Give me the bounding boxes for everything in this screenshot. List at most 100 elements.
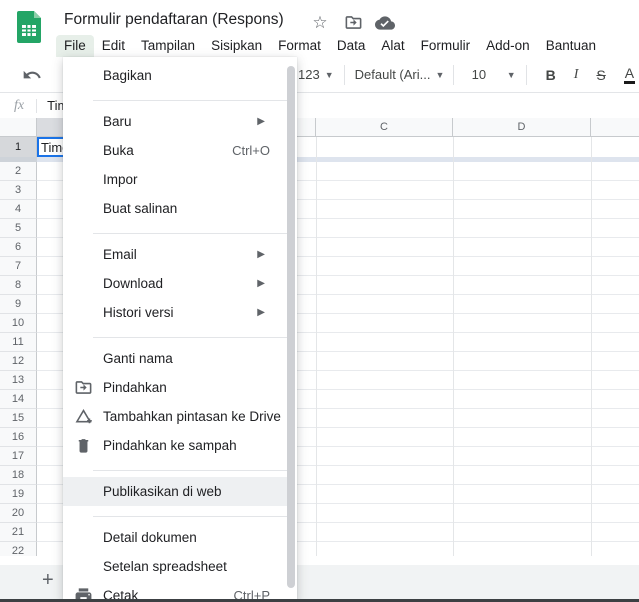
move-folder-icon: [74, 378, 93, 397]
text-color-button[interactable]: A: [624, 66, 635, 84]
menu-item-email[interactable]: Email ▶: [63, 240, 287, 269]
row-header-6[interactable]: 6: [0, 238, 37, 257]
row-header-17[interactable]: 17: [0, 447, 37, 466]
row-header-8[interactable]: 8: [0, 276, 37, 295]
row-header-4[interactable]: 4: [0, 200, 37, 219]
italic-button[interactable]: I: [574, 67, 579, 83]
number-format-button[interactable]: 123 ▼: [298, 67, 334, 82]
row-header-19[interactable]: 19: [0, 485, 37, 504]
cloud-check-icon[interactable]: [375, 13, 395, 33]
menu-separator: [93, 470, 294, 471]
submenu-arrow-icon: ▶: [257, 116, 277, 127]
menu-item-label: Email: [103, 247, 137, 262]
font-family-value: Default (Ari...: [355, 67, 431, 82]
move-folder-icon[interactable]: [343, 13, 363, 33]
menu-item-label: Bagikan: [103, 68, 152, 83]
grid-column-line: [316, 137, 317, 556]
grid-column-line: [453, 137, 454, 556]
chevron-down-icon: ▼: [325, 70, 334, 80]
menu-separator: [93, 100, 294, 101]
menu-item-setelan-spreadsheet[interactable]: Setelan spreadsheet: [63, 552, 287, 581]
row-header-1[interactable]: 1: [0, 137, 37, 157]
menubar-item-format[interactable]: Format: [270, 35, 329, 57]
menubar-item-formulir[interactable]: Formulir: [413, 35, 479, 57]
row-header-7[interactable]: 7: [0, 257, 37, 276]
toolbar-divider: [344, 65, 345, 85]
menu-separator: [93, 337, 294, 338]
document-title[interactable]: Formulir pendaftaran (Respons): [64, 11, 284, 29]
column-header-e[interactable]: E: [591, 118, 639, 137]
toolbar: 123 ▼ Default (Ari... ▼ 10 ▼ B I S A: [298, 58, 639, 91]
add-sheet-button[interactable]: +: [42, 569, 54, 592]
menu-item-ganti-nama[interactable]: Ganti nama: [63, 344, 287, 373]
number-format-label: 123: [298, 67, 320, 82]
column-header-d[interactable]: D: [453, 118, 591, 137]
menu-item-buat-salinan[interactable]: Buat salinan: [63, 194, 287, 223]
row-header-10[interactable]: 10: [0, 314, 37, 333]
row-header-13[interactable]: 13: [0, 371, 37, 390]
submenu-arrow-icon: ▶: [257, 249, 277, 260]
submenu-arrow-icon: ▶: [257, 307, 277, 318]
menu-scrollbar[interactable]: [287, 66, 295, 588]
drive-add-icon: [74, 407, 93, 426]
menu-item-label: Buka: [103, 143, 134, 158]
row-header-21[interactable]: 21: [0, 523, 37, 542]
menu-item-bagikan[interactable]: Bagikan: [63, 61, 287, 90]
menu-item-label: Ganti nama: [103, 351, 173, 366]
row-header-15[interactable]: 15: [0, 409, 37, 428]
row-header-20[interactable]: 20: [0, 504, 37, 523]
menu-item-histori-versi[interactable]: Histori versi▶: [63, 298, 287, 327]
star-icon[interactable]: ☆: [310, 13, 330, 33]
row-header-5[interactable]: 5: [0, 219, 37, 238]
undo-icon[interactable]: [22, 65, 42, 85]
menubar-item-sisipkan[interactable]: Sisipkan: [203, 35, 270, 57]
menu-item-pindahkan[interactable]: Pindahkan: [63, 373, 287, 402]
font-family-select[interactable]: Default (Ari... ▼: [355, 67, 443, 82]
trash-icon: [74, 436, 93, 455]
menu-item-label: Detail dokumen: [103, 530, 197, 545]
menu-item-tambahkan-pintasan-ke-drive[interactable]: Tambahkan pintasan ke Drive: [63, 402, 287, 431]
menubar-item-bantuan[interactable]: Bantuan: [538, 35, 604, 57]
bold-button[interactable]: B: [546, 67, 556, 83]
menu-item-pindahkan-ke-sampah[interactable]: Pindahkan ke sampah: [63, 431, 287, 460]
row-header-16[interactable]: 16: [0, 428, 37, 447]
menu-item-label: Buat salinan: [103, 201, 177, 216]
menu-item-download[interactable]: Download▶: [63, 269, 287, 298]
row-header-11[interactable]: 11: [0, 333, 37, 352]
chevron-down-icon: ▼: [435, 70, 444, 80]
file-menu: Bagikan Baru▶ Buka Ctrl+O Impor Buat salinan E…: [63, 57, 297, 602]
submenu-arrow-icon: ▶: [257, 278, 277, 289]
row-header-22[interactable]: 22: [0, 542, 37, 556]
menubar-item-add-on[interactable]: Add-on: [478, 35, 538, 57]
menu-item-shortcut: Ctrl+O: [232, 143, 277, 158]
menubar-item-data[interactable]: Data: [329, 35, 374, 57]
font-size-value: 10: [472, 67, 486, 82]
toolbar-divider: [453, 65, 454, 85]
menubar-item-edit[interactable]: Edit: [94, 35, 133, 57]
menu-item-publikasikan-di-web[interactable]: Publikasikan di web: [63, 477, 287, 506]
menu-item-detail-dokumen[interactable]: Detail dokumen: [63, 523, 287, 552]
row-header-9[interactable]: 9: [0, 295, 37, 314]
menubar-item-tampilan[interactable]: Tampilan: [133, 35, 203, 57]
strikethrough-button[interactable]: S: [596, 67, 605, 83]
row-header-3[interactable]: 3: [0, 181, 37, 200]
chevron-down-icon: ▼: [507, 70, 516, 80]
menu-item-buka[interactable]: Buka Ctrl+O: [63, 136, 287, 165]
row-header-2[interactable]: 2: [0, 162, 37, 181]
row-header-12[interactable]: 12: [0, 352, 37, 371]
row-header-18[interactable]: 18: [0, 466, 37, 485]
sheets-icon[interactable]: [17, 11, 41, 43]
menu-item-label: Impor: [103, 172, 138, 187]
menu-item-baru[interactable]: Baru▶: [63, 107, 287, 136]
menubar-item-alat[interactable]: Alat: [373, 35, 412, 57]
fx-label: fx: [14, 98, 24, 114]
menu-separator: [93, 516, 294, 517]
column-header-c[interactable]: C: [316, 118, 453, 137]
select-all-corner[interactable]: [0, 118, 37, 137]
menu-separator: [93, 233, 294, 234]
font-size-select[interactable]: 10 ▼: [464, 67, 516, 82]
formula-bar-divider: [36, 99, 37, 113]
menu-item-impor[interactable]: Impor: [63, 165, 287, 194]
row-header-14[interactable]: 14: [0, 390, 37, 409]
menubar-item-file[interactable]: File: [56, 35, 94, 57]
